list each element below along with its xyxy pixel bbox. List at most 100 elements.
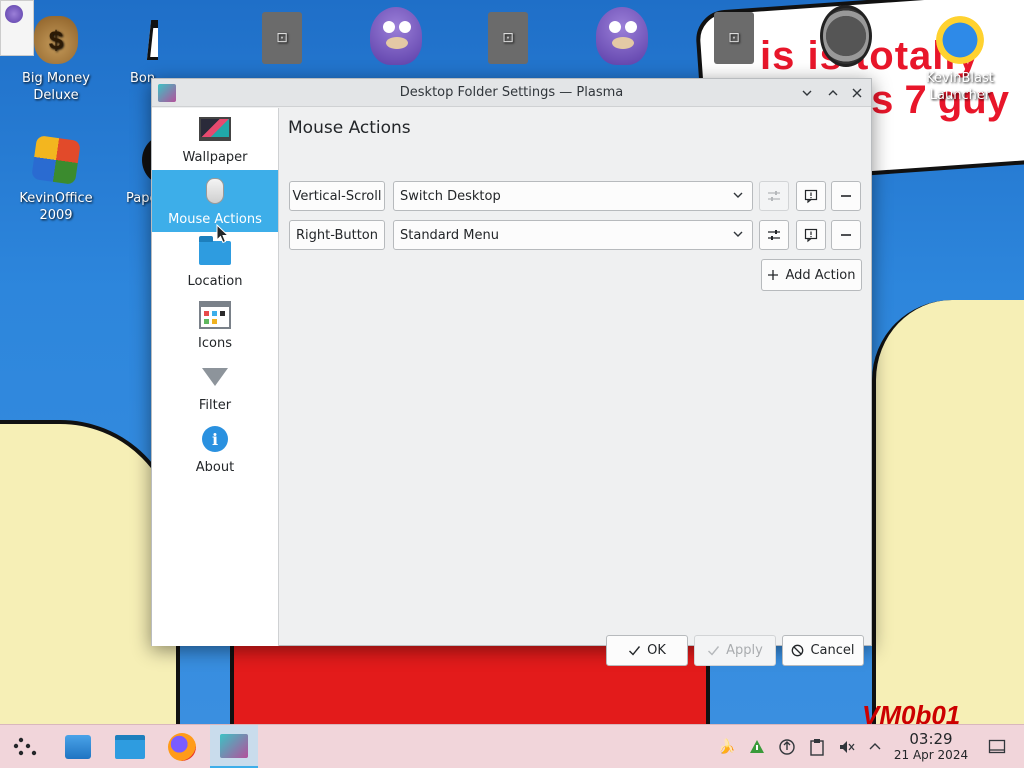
apply-button[interactable]: Apply xyxy=(694,635,776,666)
cancel-button[interactable]: Cancel xyxy=(782,635,864,666)
apply-label: Apply xyxy=(726,643,763,658)
window-app-icon xyxy=(146,20,158,60)
mouse-action-row: Vertical-Scroll Switch Desktop xyxy=(289,181,861,211)
desktop-icon-file-3[interactable]: ⊡ xyxy=(684,4,784,68)
launcher-icon xyxy=(13,737,37,756)
ok-label: OK xyxy=(647,643,666,658)
close-button[interactable] xyxy=(847,83,867,103)
taskbar-firefox[interactable] xyxy=(158,725,206,768)
tray-clipboard-icon[interactable] xyxy=(808,738,826,756)
desktop-icon-kevinoffice[interactable]: KevinOffice 2009 xyxy=(6,126,106,224)
desktop-icon-big-money[interactable]: $ Big Money Deluxe xyxy=(6,6,106,104)
about-plugin-button[interactable] xyxy=(796,181,826,211)
desktop-icon-label: KevinOffice 2009 xyxy=(19,191,93,223)
add-action-label: Add Action xyxy=(785,267,856,283)
mouse-actions-page: Mouse Actions Vertical-Scroll Switch Des… xyxy=(280,108,871,666)
sidebar-item-label: Mouse Actions xyxy=(168,212,262,227)
application-launcher-button[interactable] xyxy=(2,725,50,768)
add-action-button[interactable]: Add Action xyxy=(761,259,862,291)
chevron-down-icon xyxy=(732,189,744,204)
icons-grid-icon xyxy=(199,301,231,329)
globe-sun-icon xyxy=(934,12,986,68)
sidebar-item-wallpaper[interactable]: Wallpaper xyxy=(152,108,278,170)
remove-action-button[interactable] xyxy=(831,181,861,211)
cancel-icon xyxy=(792,644,804,657)
folder-icon xyxy=(115,735,145,759)
office-icon xyxy=(31,135,81,185)
maximize-button[interactable] xyxy=(823,83,843,103)
configure-button[interactable] xyxy=(759,220,789,250)
wallpaper-shape-right xyxy=(872,300,1024,724)
folder-icon xyxy=(199,236,231,265)
minimize-button[interactable] xyxy=(797,83,817,103)
plugin-select[interactable]: Switch Desktop xyxy=(393,181,753,211)
mouse-icon xyxy=(206,178,224,204)
desktop-icon-file-1[interactable]: ⊡ xyxy=(232,4,332,68)
bonzi-icon xyxy=(596,7,648,65)
show-desktop-icon xyxy=(988,739,1006,754)
dialog-title: Desktop Folder Settings — Plasma xyxy=(399,85,624,100)
clock-date: 21 Apr 2024 xyxy=(893,748,969,762)
configure-button[interactable] xyxy=(759,181,789,211)
sidebar-item-location[interactable]: Location xyxy=(152,232,278,294)
tray-volume-muted-icon[interactable] xyxy=(838,738,856,756)
minus-icon xyxy=(841,195,851,197)
sidebar-item-label: About xyxy=(195,460,235,475)
trigger-button[interactable]: Vertical-Scroll xyxy=(289,181,385,211)
sidebar-item-icons[interactable]: Icons xyxy=(152,294,278,356)
digital-clock[interactable]: 03:29 21 Apr 2024 xyxy=(888,731,974,763)
sidebar-item-label: Location xyxy=(187,274,243,289)
tray-banana-icon[interactable]: 🍌 xyxy=(718,738,736,756)
chevron-down-icon xyxy=(802,90,812,96)
minus-icon xyxy=(841,234,851,236)
plugin-select[interactable]: Standard Menu xyxy=(393,220,753,250)
desktop-icon-kevinblast[interactable]: KevinBlast Launcher xyxy=(910,6,1010,104)
plasma-app-icon xyxy=(220,733,248,758)
check-icon xyxy=(708,646,720,656)
wallpaper-signature: VM0b01 xyxy=(862,700,961,724)
settings-sidebar: Wallpaper Mouse Actions Location Icons F… xyxy=(152,108,279,646)
file-icon: ⊡ xyxy=(488,12,528,64)
tray-update-icon[interactable] xyxy=(748,738,766,756)
bonzi-icon xyxy=(370,7,422,65)
tray-network-icon[interactable] xyxy=(778,738,796,756)
desktop-folder-settings-dialog: Desktop Folder Settings — Plasma Wallpap… xyxy=(151,78,872,666)
about-icon xyxy=(804,189,818,204)
desktop-icon-bonzi-2[interactable] xyxy=(572,2,672,66)
desktop-icon-bonzi-1[interactable] xyxy=(346,2,446,66)
desktop-icon-label: Big Money Deluxe xyxy=(21,71,90,103)
sidebar-item-mouse-actions[interactable]: Mouse Actions xyxy=(152,170,278,232)
file-icon: ⊡ xyxy=(714,12,754,64)
taskbar: 🍌 03:29 21 Apr 2024 xyxy=(0,724,1024,768)
gauge-icon xyxy=(820,5,872,67)
page-title: Mouse Actions xyxy=(288,118,411,138)
plugin-select-value: Standard Menu xyxy=(400,227,499,243)
tray-expand-icon[interactable] xyxy=(866,738,884,756)
desktop-icon-bon[interactable]: Bon xyxy=(118,6,158,87)
plus-icon xyxy=(768,270,779,280)
about-plugin-button[interactable] xyxy=(796,220,826,250)
taskbar-discover[interactable] xyxy=(54,725,102,768)
chevron-down-icon xyxy=(732,228,744,243)
taskbar-settings-window[interactable] xyxy=(210,725,258,768)
monitor-icon xyxy=(199,117,231,141)
desktop-icon-label: KevinBlast Launcher xyxy=(926,71,994,103)
firefox-icon xyxy=(168,733,196,761)
about-icon xyxy=(804,228,818,243)
close-icon xyxy=(852,88,862,98)
sidebar-item-label: Wallpaper xyxy=(182,150,248,165)
show-desktop-button[interactable] xyxy=(988,738,1006,756)
sidebar-item-about[interactable]: i About xyxy=(152,418,278,480)
configure-icon xyxy=(768,191,780,201)
remove-action-button[interactable] xyxy=(831,220,861,250)
cancel-label: Cancel xyxy=(810,643,855,658)
desktop-icon-file-2[interactable]: ⊡ xyxy=(458,4,558,68)
taskbar-file-manager[interactable] xyxy=(106,725,154,768)
trigger-button[interactable]: Right-Button xyxy=(289,220,385,250)
desktop-icon-gauge[interactable] xyxy=(796,2,896,67)
sidebar-item-filter[interactable]: Filter xyxy=(152,356,278,418)
dialog-titlebar[interactable]: Desktop Folder Settings — Plasma xyxy=(152,79,871,107)
chevron-up-icon xyxy=(828,90,838,96)
store-bag-icon xyxy=(65,735,91,759)
ok-button[interactable]: OK xyxy=(606,635,688,666)
